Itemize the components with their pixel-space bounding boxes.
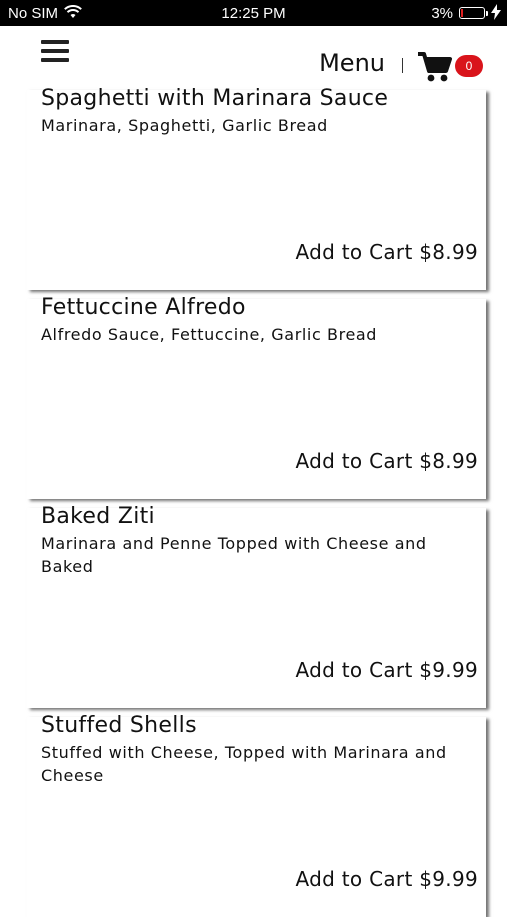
header-divider: [402, 58, 403, 73]
menu-item-card[interactable]: Baked Ziti Marinara and Penne Topped wit…: [27, 504, 486, 708]
menu-item-card[interactable]: Spaghetti with Marinara Sauce Marinara, …: [27, 86, 486, 290]
shopping-cart-icon[interactable]: [417, 50, 453, 84]
status-bar: No SIM 12:25 PM 3%: [0, 0, 507, 26]
menu-item-name: Baked Ziti: [41, 504, 155, 529]
battery-icon: [459, 7, 488, 19]
menu-item-name: Fettuccine Alfredo: [41, 295, 246, 320]
cart-count-badge[interactable]: 0: [455, 55, 483, 77]
menu-item-description: Stuffed with Cheese, Topped with Marinar…: [41, 743, 447, 785]
add-to-cart-button[interactable]: Add to Cart $9.99: [295, 867, 478, 891]
add-to-cart-button[interactable]: Add to Cart $8.99: [295, 240, 478, 264]
menu-item-card[interactable]: Stuffed Shells Stuffed with Cheese, Topp…: [27, 713, 486, 917]
menu-item-description: Marinara and Penne Topped with Cheese an…: [41, 534, 427, 576]
app-header: Menu 0: [0, 26, 507, 90]
battery-percent: 3%: [431, 5, 453, 22]
hamburger-menu-icon[interactable]: [41, 40, 69, 64]
menu-item-name: Stuffed Shells: [41, 713, 197, 738]
page-title: Menu: [319, 49, 385, 77]
menu-item-description: Marinara, Spaghetti, Garlic Bread: [41, 116, 328, 135]
add-to-cart-button[interactable]: Add to Cart $8.99: [295, 449, 478, 473]
menu-item-description: Alfredo Sauce, Fettuccine, Garlic Bread: [41, 325, 378, 344]
menu-item-name: Spaghetti with Marinara Sauce: [41, 86, 389, 111]
menu-item-card[interactable]: Fettuccine Alfredo Alfredo Sauce, Fettuc…: [27, 295, 486, 499]
add-to-cart-button[interactable]: Add to Cart $9.99: [295, 658, 478, 682]
charging-bolt-icon: [491, 4, 501, 24]
